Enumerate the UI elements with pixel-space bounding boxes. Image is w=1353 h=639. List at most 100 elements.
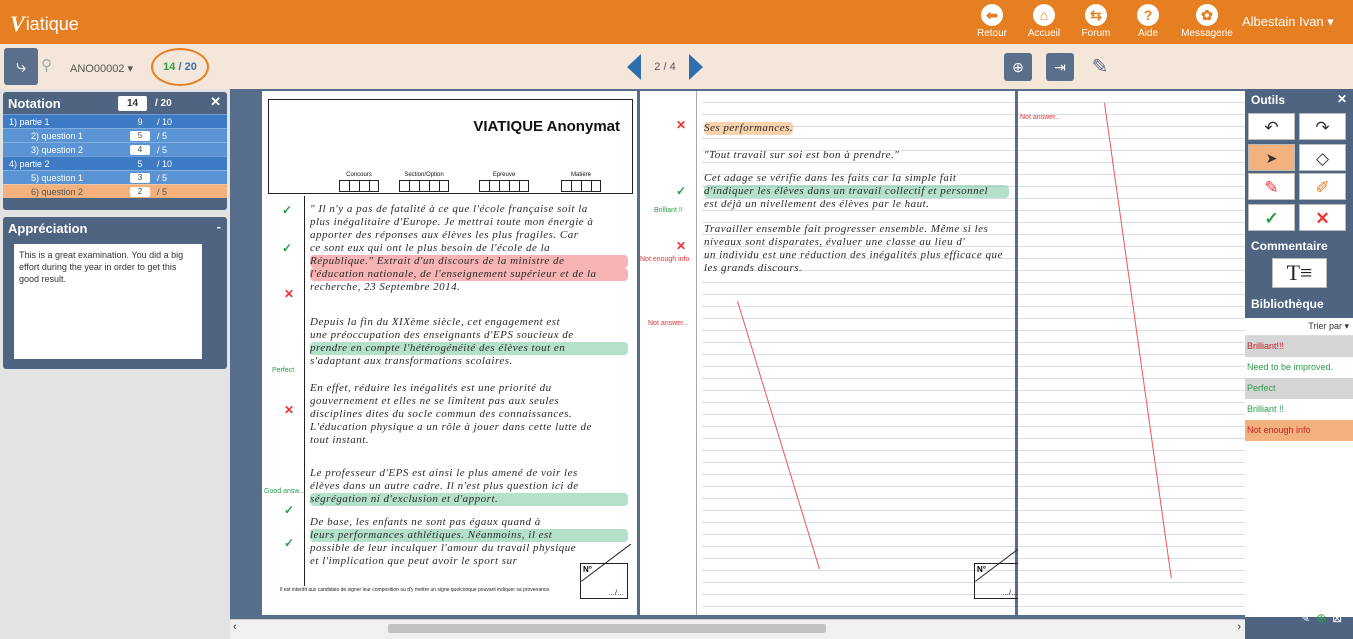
add-icon[interactable]: ⊕	[1316, 611, 1326, 625]
copy-page-3	[1018, 91, 1245, 615]
nav-aide[interactable]: ? Aide	[1122, 4, 1174, 39]
footer-note: Il est interdit aux candidats de signer …	[280, 587, 551, 593]
library-item[interactable]: Brilliant!!!	[1245, 336, 1353, 357]
margin-line	[696, 91, 697, 615]
cross-icon[interactable]: ✕	[1299, 204, 1346, 231]
eraser-icon[interactable]: ◇	[1299, 144, 1346, 171]
check-mark[interactable]: ✓	[284, 503, 294, 517]
highlighter-icon[interactable]: ✐	[1299, 173, 1346, 200]
appreciation-panel: Appréciation - This is a great examinati…	[3, 217, 227, 369]
score-input[interactable]: 5	[130, 131, 150, 141]
tool-grid-2: ✎ ✐ ✓ ✕	[1248, 173, 1348, 231]
comment-not-enough-info[interactable]: Not enough info	[640, 256, 689, 263]
nav-forum[interactable]: ⇆ Forum	[1070, 4, 1122, 39]
comment-not-answered[interactable]: Not answer...	[1020, 114, 1061, 121]
score-input[interactable]: 4	[130, 145, 150, 155]
handwritten-text: Ses performances. "Tout travail sur soi …	[704, 122, 1009, 275]
tool-grid-1: ↶ ↷ ➤ ◇	[1248, 113, 1348, 171]
field-section: Section/Option	[399, 172, 449, 192]
library-actions: ✎ ⊕ ⊠	[1300, 611, 1342, 625]
library-item[interactable]: Perfect	[1245, 378, 1353, 399]
field-matiere: Matière	[561, 172, 601, 192]
cross-mark[interactable]: ✕	[676, 118, 686, 132]
field-concours: Concours	[339, 172, 379, 192]
comment-not-answered[interactable]: Not answer...	[648, 320, 689, 327]
total-score: 14 / 20	[151, 48, 209, 86]
comment-title: Commentaire	[1251, 239, 1328, 253]
cursor-icon[interactable]: ➤	[1248, 144, 1295, 171]
back-arrow-icon: ⬅	[981, 4, 1003, 26]
tree-question[interactable]: 3) question 2 4/ 5	[3, 142, 227, 156]
nav-retour[interactable]: ⬅ Retour	[966, 4, 1018, 39]
red-pencil-icon[interactable]: ✎	[1248, 173, 1295, 200]
swap-arrows-icon[interactable]: ⤷	[4, 48, 38, 85]
text-comment-icon[interactable]: T≡	[1272, 258, 1327, 288]
library-title: Bibliothèque	[1251, 297, 1324, 311]
check-mark[interactable]: ✓	[282, 241, 292, 255]
next-page-icon[interactable]	[689, 54, 703, 80]
tree-question[interactable]: 5) question 1 3/ 5	[3, 170, 227, 184]
check-mark[interactable]: ✓	[284, 536, 294, 550]
split-view-icon[interactable]: ⇥	[1046, 53, 1074, 81]
redo-icon[interactable]: ↷	[1299, 113, 1346, 140]
scroll-right-icon[interactable]: ›	[1237, 621, 1241, 633]
edit-icon[interactable]: ✎	[1300, 611, 1310, 625]
page-number-box: N° …/…	[974, 563, 1022, 599]
cross-mark[interactable]: ✕	[284, 403, 294, 417]
copy-page-2: Ses performances. "Tout travail sur soi …	[640, 91, 1022, 615]
comment-good-answer[interactable]: Good answ...	[264, 488, 305, 495]
library-item[interactable]: Not enough info	[1245, 420, 1353, 441]
tree-question-selected[interactable]: 6) question 2 2/ 5	[3, 184, 227, 198]
tree-part[interactable]: 4) partie 2 5/ 10	[3, 156, 227, 170]
page-number-box: N° …/…	[580, 563, 628, 599]
document-viewer[interactable]: VIATIQUE Anonymat Concours Section/Optio…	[230, 89, 1245, 619]
users-icon: ✿	[1196, 4, 1218, 26]
total-note-input[interactable]: 14	[118, 96, 147, 111]
comment-library: Trier par ▾ Brilliant!!! Need to be impr…	[1245, 318, 1353, 617]
score-input[interactable]: 2	[130, 187, 150, 197]
scroll-left-icon[interactable]: ‹	[233, 621, 237, 633]
library-item[interactable]: Need to be improved.	[1245, 357, 1353, 378]
cross-mark[interactable]: ✕	[284, 287, 294, 301]
delete-icon[interactable]: ⊠	[1332, 611, 1342, 625]
check-mark[interactable]: ✓	[676, 184, 686, 198]
pencil-icon[interactable]: ✎	[1086, 53, 1114, 81]
handwritten-text: " Il n'y a pas de fatalité à ce que l'éc…	[310, 203, 628, 568]
forum-icon: ⇆	[1085, 4, 1107, 26]
nav-messagerie[interactable]: ✿ Messagerie	[1174, 4, 1240, 39]
tree-question[interactable]: 2) question 1 5/ 5	[3, 128, 227, 142]
check-icon[interactable]: ✓	[1248, 204, 1295, 231]
notation-panel: Notation 14 / 20 ✕ 1) partie 1 9/ 10 2) q…	[3, 92, 227, 210]
home-icon: ⌂	[1033, 4, 1055, 26]
collapse-icon[interactable]: -	[217, 219, 221, 234]
total-note-max: / 20	[155, 98, 172, 109]
score-input[interactable]: 3	[130, 173, 150, 183]
undo-icon[interactable]: ↶	[1248, 113, 1295, 140]
horizontal-scrollbar[interactable]: ‹ ›	[230, 619, 1245, 639]
tools-panel: Outils ✕ ↶ ↷ ➤ ◇ ✎ ✐ ✓ ✕ Commentaire T≡ B…	[1245, 89, 1353, 639]
appreciation-textarea[interactable]: This is a great examination. You did a b…	[14, 244, 202, 359]
comment-perfect[interactable]: Perfect	[272, 367, 294, 374]
appreciation-title: Appréciation	[8, 221, 88, 236]
nav-accueil[interactable]: ⌂ Accueil	[1018, 4, 1070, 39]
scroll-thumb[interactable]	[388, 624, 826, 633]
library-item[interactable]: Brilliant !!	[1245, 399, 1353, 420]
comment-brilliant[interactable]: Brilliant !!	[654, 207, 683, 214]
close-icon[interactable]: ✕	[1337, 92, 1347, 106]
anonymat-select[interactable]: ANO00002 ▾	[70, 62, 133, 75]
check-mark[interactable]: ✓	[282, 203, 292, 217]
margin-line	[304, 196, 305, 586]
prev-page-icon[interactable]	[627, 54, 641, 80]
field-epreuve: Epreuve	[479, 172, 529, 192]
page-pager: 2 / 4	[627, 54, 703, 80]
add-pages-icon[interactable]: ⊕	[1004, 53, 1032, 81]
cross-mark[interactable]: ✕	[676, 239, 686, 253]
notation-title: Notation	[8, 96, 61, 111]
tree-part[interactable]: 1) partie 1 9/ 10	[3, 114, 227, 128]
viatique-logo[interactable]: Viatique	[10, 11, 79, 37]
sort-dropdown[interactable]: Trier par ▾	[1245, 318, 1353, 336]
user-menu[interactable]: Albestain Ivan ▾	[1242, 14, 1334, 30]
top-bar: Viatique ⬅ Retour ⌂ Accueil ⇆ Forum ? Aide ✿…	[0, 0, 1353, 44]
close-icon[interactable]: ✕	[210, 94, 221, 110]
main-nav: ⬅ Retour ⌂ Accueil ⇆ Forum ? Aide ✿ Messageri…	[966, 4, 1240, 39]
